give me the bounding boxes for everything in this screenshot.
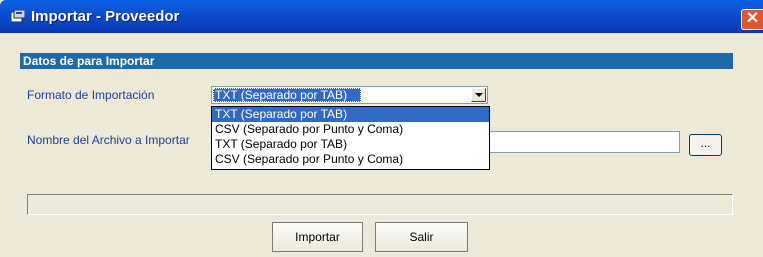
section-header: Datos de para Importar — [20, 53, 733, 69]
import-button[interactable]: Importar — [272, 222, 363, 252]
file-path-input[interactable] — [490, 131, 680, 153]
format-label: Formato de Importación — [27, 88, 155, 102]
file-label: Nombre del Archivo a Importar — [27, 133, 190, 147]
dropdown-option[interactable]: TXT (Separado por TAB) — [212, 137, 489, 152]
close-icon: ✕ — [745, 10, 760, 27]
dropdown-option[interactable]: CSV (Separado por Punto y Coma) — [212, 122, 489, 137]
title-bar[interactable]: Importar - Proveedor ✕ — [0, 0, 763, 33]
format-select[interactable]: TXT (Separado por TAB) — [211, 86, 488, 104]
chevron-down-icon[interactable] — [471, 88, 486, 102]
exit-button[interactable]: Salir — [375, 222, 468, 252]
dropdown-option[interactable]: TXT (Separado por TAB) — [212, 107, 489, 122]
app-icon — [11, 10, 25, 23]
progress-bar — [27, 194, 733, 215]
format-dropdown-list[interactable]: TXT (Separado por TAB) CSV (Separado por… — [211, 106, 490, 170]
window-title: Importar - Proveedor — [31, 8, 180, 25]
close-button[interactable]: ✕ — [741, 9, 763, 30]
dropdown-option[interactable]: CSV (Separado por Punto y Coma) — [212, 152, 489, 167]
format-selected-value: TXT (Separado por TAB) — [213, 88, 361, 102]
browse-button[interactable]: ... — [689, 134, 722, 156]
